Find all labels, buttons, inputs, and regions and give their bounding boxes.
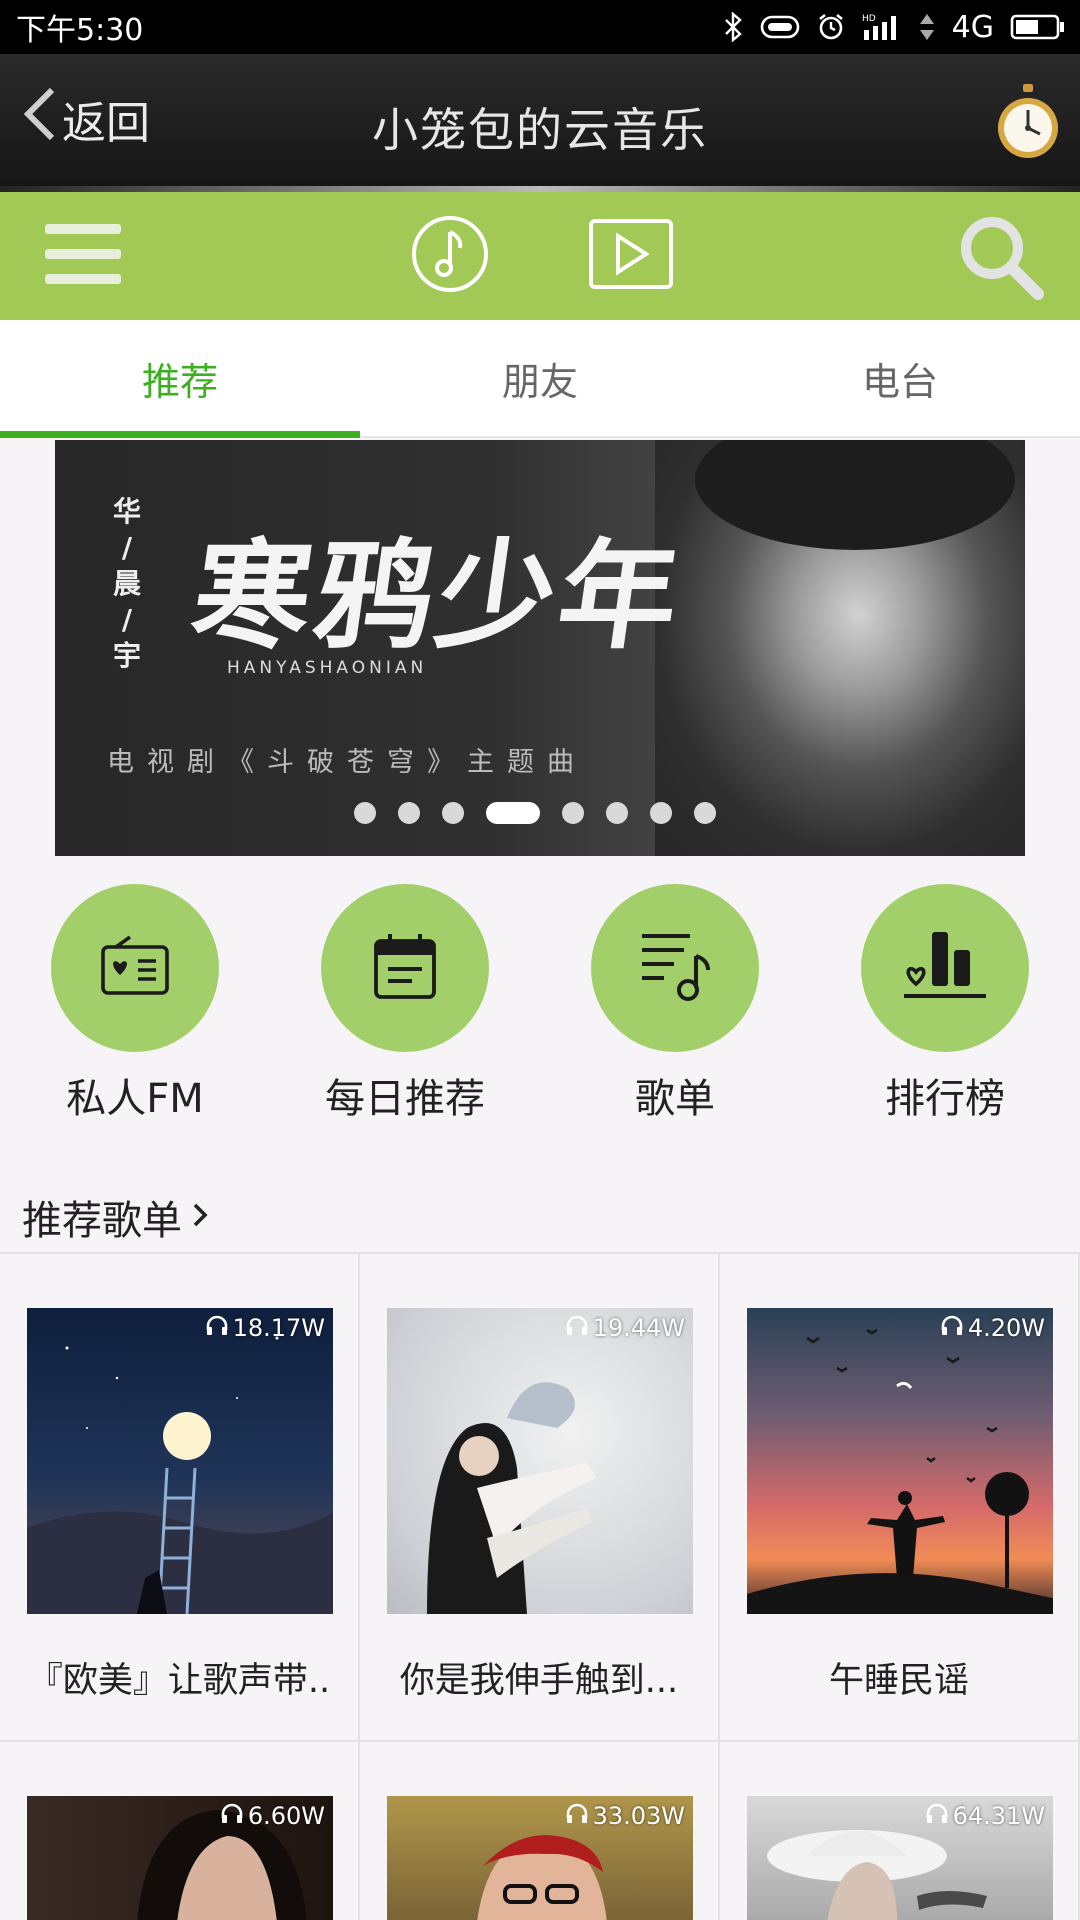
carousel-dot[interactable] xyxy=(606,802,628,824)
quick-nav-playlist[interactable]: 歌单 xyxy=(540,884,810,1124)
music-tab-button[interactable] xyxy=(408,216,492,296)
play-count-value: 4.20W xyxy=(967,1314,1045,1342)
playlist-title: 午睡民谣 xyxy=(828,1661,969,1701)
banner-pinyin: HANYASHAONIAN xyxy=(227,658,428,678)
status-bar: 下午5:30 HD 4G xyxy=(0,0,1080,54)
data-arrows-icon xyxy=(918,12,936,42)
play-count: 33.03W xyxy=(565,1802,685,1830)
svg-text:HD: HD xyxy=(862,14,876,24)
playlist-title: 你是我伸手触到... xyxy=(399,1661,679,1701)
quick-nav-label: 每日推荐 xyxy=(325,1076,485,1122)
search-button[interactable] xyxy=(958,216,1044,302)
quick-nav-label: 歌单 xyxy=(635,1076,715,1122)
status-time: 下午5:30 xyxy=(16,13,144,48)
playlist-cover-image: 19.44W xyxy=(387,1308,693,1614)
play-count-value: 18.17W xyxy=(232,1314,325,1342)
playlist-card[interactable]: 33.03W xyxy=(360,1742,720,1920)
tab-bar: 推荐 朋友 电台 xyxy=(0,320,1080,438)
carousel-dot-active[interactable] xyxy=(486,802,540,824)
quick-nav-circle xyxy=(591,884,759,1052)
playlist-icon xyxy=(638,930,712,1006)
banner-title: 寒鸦少年 xyxy=(183,526,692,665)
section-title: 推荐歌单 xyxy=(22,1198,182,1244)
headphones-icon xyxy=(220,1802,244,1830)
carousel-dot[interactable] xyxy=(354,802,376,824)
headphones-icon xyxy=(565,1802,589,1830)
video-tab-button[interactable] xyxy=(586,218,676,294)
calendar-icon xyxy=(372,931,438,1005)
play-count-value: 19.44W xyxy=(592,1314,685,1342)
search-icon xyxy=(958,214,1044,304)
tab-friends[interactable]: 朋友 xyxy=(360,320,720,436)
playlist-cover-image: 64.31W xyxy=(747,1796,1053,1920)
quick-nav-circle xyxy=(321,884,489,1052)
banner-artist-char: 宇 xyxy=(112,639,141,672)
carousel-indicator xyxy=(55,802,1025,824)
play-count-value: 33.03W xyxy=(592,1802,685,1830)
banner-carousel[interactable]: 华 / 晨 / 宇 寒鸦少年 HANYASHAONIAN 电视剧《斗破苍穹》主题… xyxy=(55,440,1025,856)
banner-artist-char: / xyxy=(121,603,133,636)
chevron-right-icon xyxy=(192,1194,210,1240)
play-count: 4.20W xyxy=(940,1314,1045,1342)
quick-nav-label: 排行榜 xyxy=(885,1076,1005,1122)
playlist-grid: 18.17W 『欧美』让歌声带.. 19.44W 你是我伸手触到... 4.20… xyxy=(0,1252,1080,1920)
quick-nav-circle xyxy=(51,884,219,1052)
playlist-card[interactable]: 19.44W 你是我伸手触到... xyxy=(360,1254,720,1742)
playlist-cover-image: 6.60W xyxy=(27,1796,333,1920)
headphones-icon xyxy=(940,1314,964,1342)
quick-nav-label: 私人FM xyxy=(66,1076,204,1122)
quick-nav-daily[interactable]: 每日推荐 xyxy=(270,884,540,1124)
radio-icon xyxy=(100,933,170,1003)
playlist-card[interactable]: 64.31W xyxy=(720,1742,1080,1920)
headphones-icon xyxy=(565,1314,589,1342)
carousel-dot[interactable] xyxy=(442,802,464,824)
quick-nav-circle xyxy=(861,884,1029,1052)
headphones-icon xyxy=(925,1802,949,1830)
network-type: 4G xyxy=(951,9,994,45)
quick-nav-chart[interactable]: 排行榜 xyxy=(810,884,1080,1124)
playlist-cover-image: 4.20W xyxy=(747,1308,1053,1614)
chart-icon xyxy=(902,928,988,1008)
tab-radio[interactable]: 电台 xyxy=(720,320,1080,436)
alarm-icon xyxy=(816,12,846,42)
quick-nav: 私人FM 每日推荐 歌单 排行榜 xyxy=(0,884,1080,1122)
play-video-icon xyxy=(588,218,674,294)
toolbar xyxy=(0,192,1080,320)
playlist-cover-image: 18.17W xyxy=(27,1308,333,1614)
carousel-dot[interactable] xyxy=(650,802,672,824)
playlist-card[interactable]: 4.20W 午睡民谣 xyxy=(720,1254,1080,1742)
quick-nav-fm[interactable]: 私人FM xyxy=(0,884,270,1124)
play-count: 64.31W xyxy=(925,1802,1045,1830)
playlist-title: 『欧美』让歌声带.. xyxy=(27,1661,331,1701)
play-count: 19.44W xyxy=(565,1314,685,1342)
menu-button[interactable] xyxy=(40,218,126,294)
playlist-card[interactable]: 6.60W xyxy=(0,1742,360,1920)
title-bar: 返回 小笼包的云音乐 xyxy=(0,54,1080,192)
play-count-value: 6.60W xyxy=(247,1802,325,1830)
battery-icon xyxy=(1010,13,1066,41)
hamburger-icon xyxy=(45,222,121,290)
banner-subtitle: 电视剧《斗破苍穹》主题曲 xyxy=(107,747,587,778)
play-count: 6.60W xyxy=(220,1802,325,1830)
link-icon xyxy=(760,14,800,40)
headphones-icon xyxy=(205,1314,229,1342)
banner-artist-char: 晨 xyxy=(112,567,141,600)
stopwatch-icon[interactable] xyxy=(996,82,1060,160)
banner-artist-char: / xyxy=(121,531,133,564)
section-header-recommended-playlists[interactable]: 推荐歌单 xyxy=(22,1188,210,1246)
carousel-dot[interactable] xyxy=(398,802,420,824)
playlist-card[interactable]: 18.17W 『欧美』让歌声带.. xyxy=(0,1254,360,1742)
music-note-disc-icon xyxy=(410,214,490,298)
carousel-dot[interactable] xyxy=(562,802,584,824)
banner-artist-char: 华 xyxy=(112,495,141,528)
play-count: 18.17W xyxy=(205,1314,325,1342)
bluetooth-icon xyxy=(722,12,744,42)
tab-recommend[interactable]: 推荐 xyxy=(0,320,360,438)
play-count-value: 64.31W xyxy=(952,1802,1045,1830)
page-title: 小笼包的云音乐 xyxy=(372,103,708,157)
playlist-cover-image: 33.03W xyxy=(387,1796,693,1920)
carousel-dot[interactable] xyxy=(694,802,716,824)
signal-icon: HD xyxy=(862,12,902,42)
banner-artist: 华 / 晨 / 宇 xyxy=(107,494,147,674)
